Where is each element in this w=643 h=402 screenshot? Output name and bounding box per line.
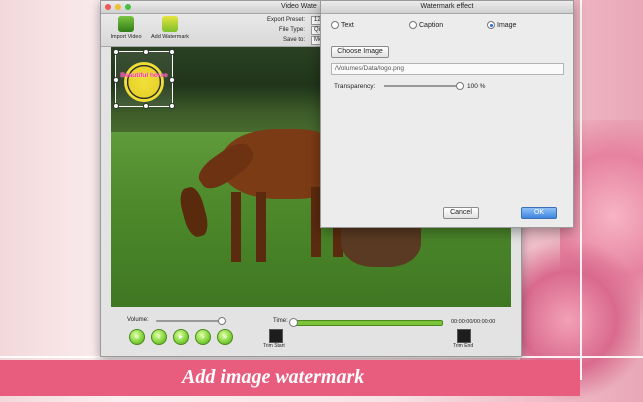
minimize-icon[interactable] [115, 4, 121, 10]
window-title: Video Wate [281, 3, 317, 10]
radio-text[interactable]: Text [331, 21, 354, 29]
trim-start-icon[interactable] [269, 329, 283, 343]
playback-controls: Volume: « ‹ ▸ › » Time: 00:00:00/00:00:0… [111, 309, 511, 353]
watermark-logo [124, 62, 164, 102]
image-path-field[interactable]: /Volumes/Data/logo.png [331, 63, 564, 75]
radio-text-button[interactable] [331, 21, 339, 29]
next-icon[interactable]: » [217, 329, 233, 345]
volume-slider-knob[interactable] [218, 317, 226, 325]
time-slider-knob[interactable] [289, 318, 298, 327]
import-video-label: Import Video [110, 34, 142, 40]
horse-leg [256, 192, 266, 262]
add-watermark-icon [162, 16, 178, 32]
watermark-text: Beautiful horse [120, 72, 168, 79]
radio-image-label: Image [497, 21, 517, 29]
trim-end-icon[interactable] [457, 329, 471, 343]
transparency-label: Transparency: [334, 83, 376, 90]
time-readout: 00:00:00/00:00:00 [451, 319, 496, 325]
forward-icon[interactable]: › [195, 329, 211, 345]
resize-handle[interactable] [113, 49, 119, 55]
time-label: Time: [273, 318, 288, 324]
transparency-slider-knob[interactable] [456, 82, 464, 90]
radio-text-label: Text [341, 21, 354, 29]
file-type-label: File Type: [279, 27, 305, 33]
choose-image-button[interactable]: Choose Image [331, 46, 389, 58]
time-slider[interactable] [291, 320, 443, 326]
zoom-icon[interactable] [125, 4, 131, 10]
resize-handle[interactable] [113, 103, 119, 109]
volume-label: Volume: [127, 317, 149, 323]
add-watermark-label: Add Watermark [150, 34, 189, 40]
radio-caption-label: Caption [419, 21, 444, 29]
trim-start-label: Trim Start [263, 343, 285, 349]
radio-image[interactable]: Image [487, 21, 516, 29]
import-video-icon [118, 16, 134, 32]
radio-caption-button[interactable] [409, 21, 417, 29]
volume-slider[interactable] [156, 320, 222, 322]
resize-handle[interactable] [143, 49, 149, 55]
rewind-icon[interactable]: ‹ [151, 329, 167, 345]
horse-leg [231, 192, 241, 262]
watermark-selection[interactable]: Beautiful horse [113, 49, 175, 109]
radio-caption[interactable]: Caption [409, 21, 443, 29]
dialog-title: Watermark effect [321, 1, 573, 14]
resize-handle[interactable] [169, 77, 175, 83]
play-icon[interactable]: ▸ [173, 329, 189, 345]
frame-line-vertical [580, 0, 582, 380]
transparency-value: 100 % [467, 83, 486, 90]
transparency-slider[interactable] [384, 85, 460, 87]
resize-handle[interactable] [113, 77, 119, 83]
add-watermark-button[interactable]: Add Watermark [149, 16, 191, 40]
resize-handle[interactable] [169, 103, 175, 109]
previous-icon[interactable]: « [129, 329, 145, 345]
export-preset-label: Export Preset: [267, 17, 306, 23]
resize-handle[interactable] [143, 103, 149, 109]
trim-end-label: Trim End [453, 343, 474, 349]
cancel-button[interactable]: Cancel [443, 207, 479, 219]
caption-text: Add image watermark [182, 366, 365, 388]
close-icon[interactable] [105, 4, 111, 10]
resize-handle[interactable] [169, 49, 175, 55]
import-video-button[interactable]: Import Video [109, 16, 143, 40]
save-to-label: Save to: [283, 37, 306, 43]
watermark-effect-dialog: Watermark effect Text Caption Image Choo… [320, 0, 574, 228]
radio-image-button[interactable] [487, 21, 495, 29]
ok-button[interactable]: OK [521, 207, 557, 219]
